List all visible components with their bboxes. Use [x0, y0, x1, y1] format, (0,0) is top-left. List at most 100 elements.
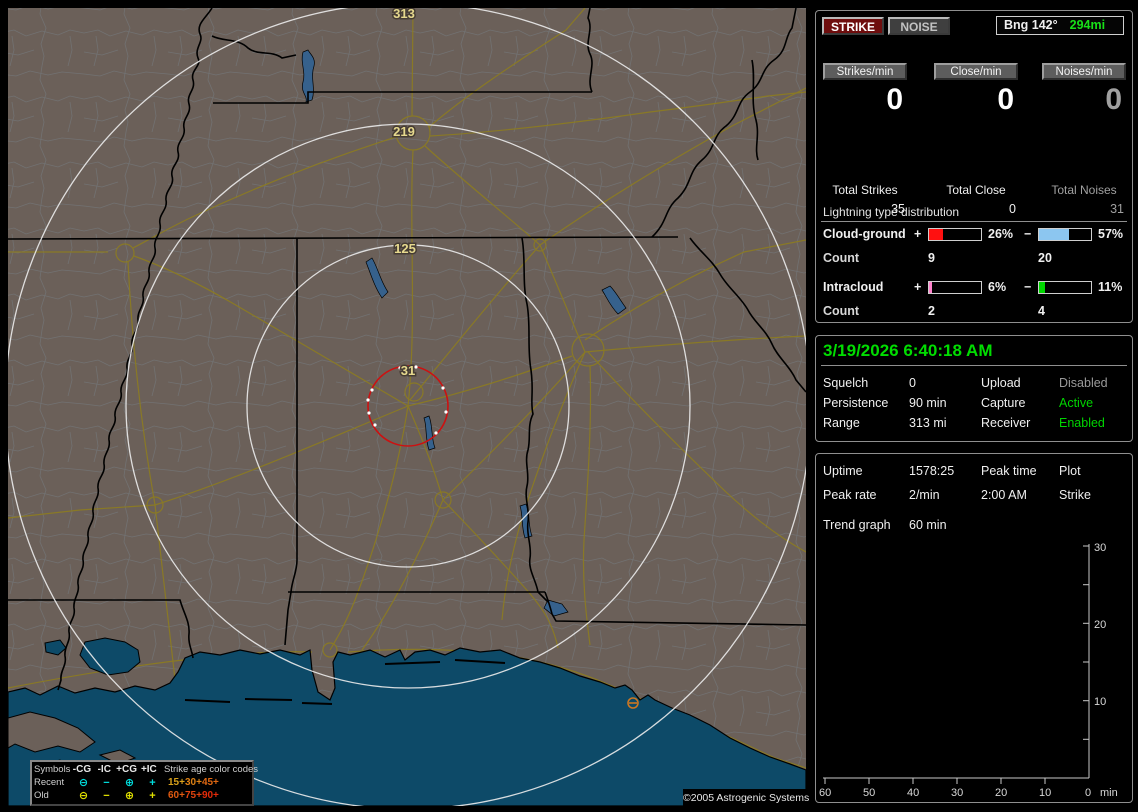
- ic-minus-pct: 11%: [1098, 280, 1123, 294]
- cg-minus-pct: 57%: [1098, 227, 1124, 241]
- peak-rate-label: Peak rate: [823, 488, 877, 502]
- noise-mode-button[interactable]: NOISE: [888, 17, 950, 35]
- lightning-map[interactable]: 313 219 125 31: [8, 8, 806, 806]
- legend-col-cg-minus: -CG: [72, 764, 92, 775]
- bearing-distance: 294mi: [1069, 18, 1106, 32]
- age-60: 60+: [168, 790, 185, 801]
- capture-label: Capture: [981, 396, 1026, 410]
- ring-label-31: 31: [401, 363, 415, 378]
- old-cg-plus-icon: ⊕: [124, 789, 135, 802]
- x-tick-40: 40: [907, 787, 919, 799]
- legend-recent-row: Recent ⊖ − ⊕ + 15+ 30+ 45+: [34, 776, 250, 789]
- close-counter: Close/min 0 Total Close 0: [934, 63, 1018, 216]
- map-canvas: 313 219 125 31: [8, 8, 806, 806]
- ic-plus-pct: 6%: [988, 280, 1007, 294]
- age-15: 15+: [168, 777, 185, 788]
- age-75: 75+: [184, 790, 202, 801]
- recent-ic-minus-icon: −: [103, 776, 110, 789]
- plot-mode-value: Strike: [1059, 488, 1091, 502]
- cg-minus-bar: [1038, 228, 1092, 241]
- strike-symbol-legend: Symbols -CG -IC +CG +IC Strike age color…: [30, 760, 259, 806]
- squelch-value: 0: [909, 376, 916, 390]
- noises-per-min-button[interactable]: Noises/min: [1042, 63, 1126, 80]
- plus-sign: +: [914, 280, 922, 294]
- legend-recent-label: Recent: [34, 777, 65, 788]
- bearing-label: Bng 142°: [1004, 18, 1058, 32]
- cg-plus-pct: 26%: [988, 227, 1014, 241]
- close-per-min-value: 0: [997, 83, 1014, 116]
- upload-label: Upload: [981, 376, 1021, 390]
- nexstorm-window: 313 219 125 31 Symbols -CG -IC +CG +IC S…: [0, 0, 1138, 812]
- x-tick-10: 10: [1039, 787, 1051, 799]
- x-tick-50: 50: [863, 787, 875, 799]
- recent-cg-minus-icon: ⊖: [78, 776, 89, 789]
- uptime-value: 1578:25: [909, 464, 955, 478]
- stats-trend-panel: Uptime 1578:25 Peak time Plot Peak rate …: [815, 453, 1133, 803]
- cg-plus-count: 9: [928, 251, 935, 265]
- legend-header-row: Symbols -CG -IC +CG +IC Strike age color…: [34, 763, 259, 776]
- minus-sign: −: [1024, 280, 1032, 294]
- status-panel: 3/19/2026 6:40:18 AM Squelch 0 Upload Di…: [815, 335, 1133, 442]
- y-tick-20: 20: [1094, 619, 1106, 631]
- legend-old-row: Old ⊖ − ⊕ + 60+ 75+ 90+: [34, 789, 250, 802]
- squelch-label: Squelch: [823, 376, 869, 390]
- old-cg-minus-icon: ⊖: [78, 789, 89, 802]
- ic-minus-count: 4: [1038, 304, 1045, 318]
- old-ic-plus-icon: +: [149, 789, 156, 802]
- legend-symbols-header: Symbols: [34, 764, 71, 775]
- ic-minus-bar: [1038, 281, 1092, 294]
- count-label: Count: [823, 251, 860, 265]
- recent-cg-plus-icon: ⊕: [124, 776, 135, 789]
- age-30: 30+: [184, 777, 202, 788]
- ring-label-313: 313: [393, 8, 415, 21]
- datetime-display: 3/19/2026 6:40:18 AM: [823, 341, 993, 360]
- peak-rate-value: 2/min: [909, 488, 940, 502]
- range-value: 313 mi: [909, 416, 947, 430]
- cg-plus-bar: [928, 228, 982, 241]
- intracloud-row: Intracloud + 6% − 11%: [816, 280, 1132, 294]
- capture-status: Active: [1059, 396, 1094, 410]
- strikes-per-min-value: 0: [886, 83, 903, 116]
- total-close-label: Total Close: [946, 183, 1006, 197]
- x-tick-20: 20: [995, 787, 1007, 799]
- total-noises-label: Total Noises: [1051, 183, 1117, 197]
- strikes-per-min-button[interactable]: Strikes/min: [823, 63, 907, 80]
- distribution-title: Lightning type distribution: [823, 205, 960, 219]
- x-axis-unit: min: [1100, 787, 1118, 799]
- counters-panel: STRIKE NOISE Bng 142° 294mi Strikes/min 0…: [815, 10, 1133, 323]
- receiver-status: Enabled: [1059, 416, 1105, 430]
- strikes-counter: Strikes/min 0 Total Strikes 35: [823, 63, 907, 216]
- legend-col-ic-minus: -IC: [97, 764, 111, 775]
- upload-status: Disabled: [1059, 376, 1108, 390]
- plot-label: Plot: [1059, 464, 1081, 478]
- trend-chart: 30 20 10 60 50 40 30 20 10 0 min: [819, 542, 1118, 799]
- x-tick-60: 60: [819, 787, 831, 799]
- plus-sign: +: [914, 227, 922, 241]
- minus-sign: −: [1024, 227, 1032, 241]
- legend-col-ic-plus: +IC: [140, 764, 157, 775]
- trend-graph-label: Trend graph: [823, 518, 891, 532]
- trend-graph-value: 60 min: [909, 518, 947, 532]
- count-label: Count: [823, 304, 860, 318]
- recent-ic-plus-icon: +: [149, 776, 156, 789]
- peak-time-value: 2:00 AM: [981, 488, 1027, 502]
- cg-minus-count: 20: [1038, 251, 1052, 265]
- range-label: Range: [823, 416, 860, 430]
- y-tick-30: 30: [1094, 542, 1106, 554]
- receiver-label: Receiver: [981, 416, 1031, 430]
- total-strikes-label: Total Strikes: [832, 183, 898, 197]
- cloud-ground-row: Cloud-ground + 26% − 57%: [816, 227, 1132, 241]
- intracloud-label: Intracloud: [823, 280, 884, 294]
- persistence-value: 90 min: [909, 396, 947, 410]
- cloud-ground-label: Cloud-ground: [823, 227, 906, 241]
- ic-plus-count: 2: [928, 304, 935, 318]
- strike-mode-button[interactable]: STRIKE: [822, 17, 884, 35]
- total-noises-value: 31: [1110, 202, 1124, 216]
- legend-col-cg-plus: +CG: [116, 764, 137, 775]
- bearing-readout: Bng 142° 294mi: [996, 16, 1124, 35]
- copyright-notice: ©2005 Astrogenic Systems: [683, 789, 809, 807]
- x-tick-0: 0: [1085, 787, 1091, 799]
- close-per-min-button[interactable]: Close/min: [934, 63, 1018, 80]
- legend-age-header: Strike age color codes: [164, 764, 259, 775]
- ic-plus-bar: [928, 281, 982, 294]
